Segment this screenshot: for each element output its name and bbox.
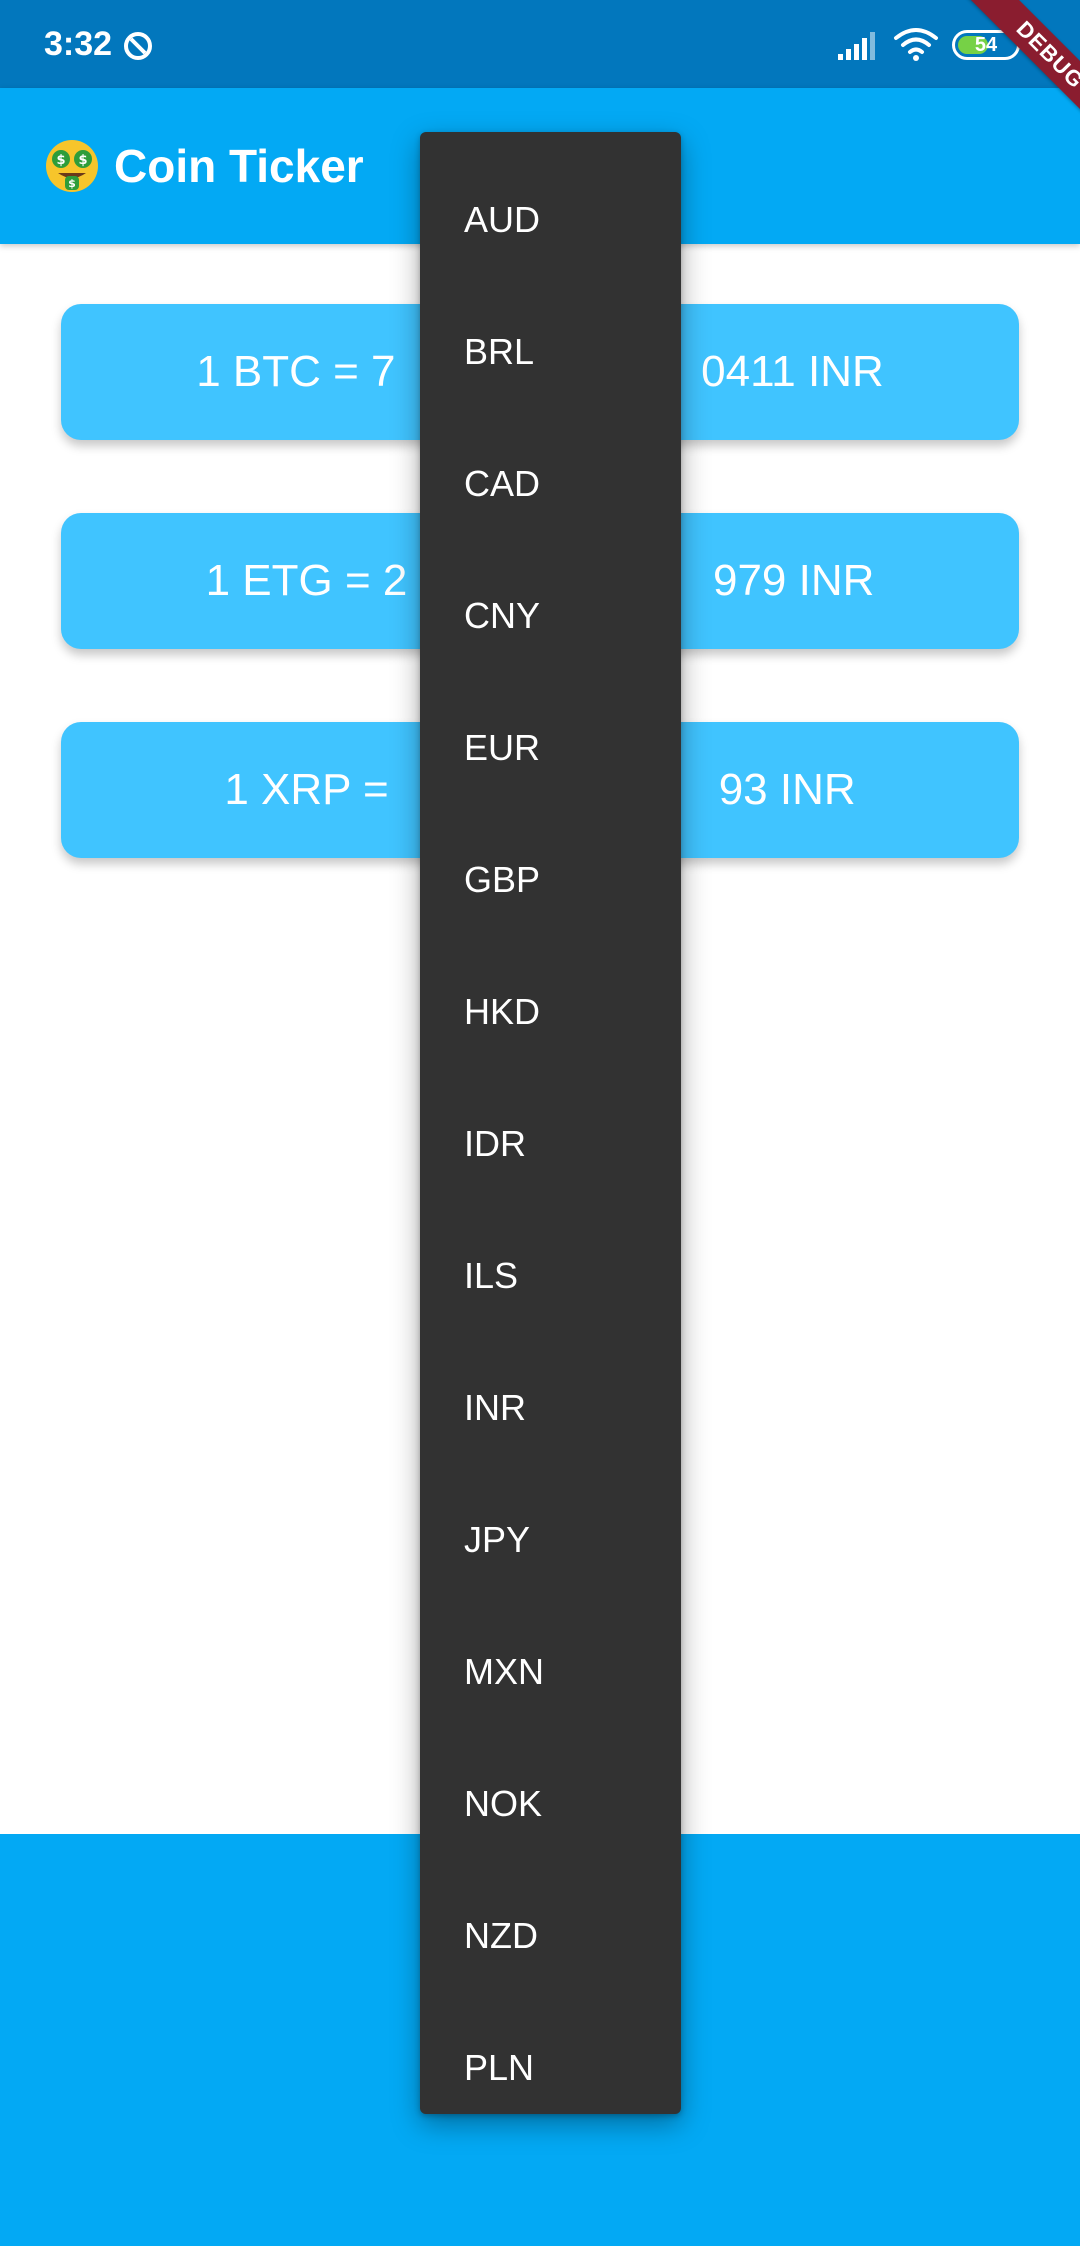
currency-option-nok[interactable]: NOK <box>420 1738 681 1870</box>
svg-text:$: $ <box>78 153 87 168</box>
currency-dropdown-menu: AUD BRL CAD CNY EUR GBP HKD IDR ILS INR … <box>420 132 681 2114</box>
currency-option-aud[interactable]: AUD <box>420 154 681 286</box>
currency-option-nzd[interactable]: NZD <box>420 1870 681 2002</box>
svg-text:$: $ <box>68 177 76 190</box>
wifi-icon <box>894 28 938 61</box>
money-mouth-face-icon: $ $ $ <box>46 140 98 192</box>
currency-option-hkd[interactable]: HKD <box>420 946 681 1078</box>
svg-text:$: $ <box>56 153 65 168</box>
currency-option-brl[interactable]: BRL <box>420 286 681 418</box>
currency-option-ils[interactable]: ILS <box>420 1210 681 1342</box>
app-title: Coin Ticker <box>114 140 364 192</box>
currency-option-cad[interactable]: CAD <box>420 418 681 550</box>
signal-icon <box>838 32 875 60</box>
currency-option-jpy[interactable]: JPY <box>420 1474 681 1606</box>
data-saver-icon <box>124 32 152 60</box>
currency-option-inr[interactable]: INR <box>420 1342 681 1474</box>
status-time: 3:32 <box>44 25 113 63</box>
currency-option-cny[interactable]: CNY <box>420 550 681 682</box>
currency-option-mxn[interactable]: MXN <box>420 1606 681 1738</box>
currency-option-idr[interactable]: IDR <box>420 1078 681 1210</box>
currency-option-eur[interactable]: EUR <box>420 682 681 814</box>
currency-option-pln[interactable]: PLN <box>420 2002 681 2134</box>
currency-option-gbp[interactable]: GBP <box>420 814 681 946</box>
status-bar: 3:32 54 <box>0 0 1080 88</box>
